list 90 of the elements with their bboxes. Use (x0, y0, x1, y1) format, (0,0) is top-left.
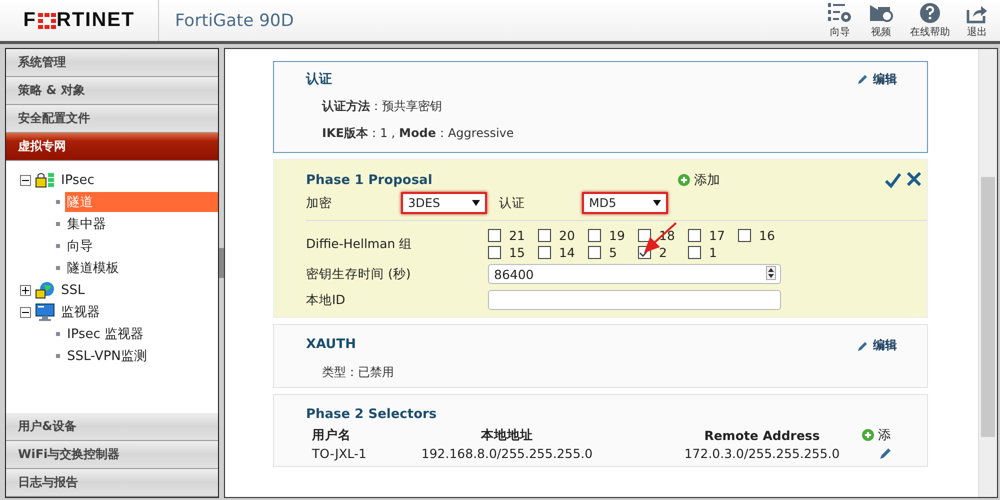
device-title: FortiGate 90D (174, 10, 295, 30)
tree-toggle-icon[interactable] (20, 284, 31, 296)
help-icon (919, 2, 941, 24)
tree-item[interactable]: 集中器 (65, 214, 218, 234)
sidebar-section[interactable]: 虚拟专网 (6, 133, 218, 161)
sidebar-section[interactable]: WiFi与交换控制器 (6, 441, 218, 469)
column-header: 本地地址 (480, 426, 534, 444)
tree-toggle-icon[interactable] (20, 306, 31, 318)
logo-text: RTINET (56, 9, 135, 32)
checkbox-label: 19 (609, 228, 625, 243)
checkbox-label: 17 (709, 228, 725, 243)
column-header: Remote Address (703, 428, 821, 442)
checkbox-label: 16 (759, 228, 775, 243)
field-label: 加密 (306, 194, 333, 212)
sidebar-section[interactable]: 用户&设备 (6, 413, 218, 441)
section-title: Phase 1 Proposal (306, 172, 434, 188)
checkbox[interactable] (488, 229, 501, 242)
toolbar-button[interactable]: 向导 (822, 2, 858, 39)
tree-item[interactable]: 隧道模板 (65, 258, 218, 278)
checkbox[interactable] (688, 229, 701, 242)
checkmark-icon[interactable] (885, 172, 901, 188)
input-field[interactable] (488, 290, 781, 310)
field-label: 本地ID (306, 292, 346, 308)
tree-item[interactable]: SSL-VPN监测 (65, 346, 218, 366)
detail-text: 类型：已禁用 (321, 364, 395, 381)
column-header: 用户名 (310, 426, 352, 444)
checkbox-label: 20 (559, 228, 575, 243)
pencil-icon (857, 73, 869, 85)
table-cell-text: TO-JXL-1 (311, 446, 368, 460)
checkbox-label: 2 (659, 245, 667, 260)
checkbox-label: 1 (709, 245, 717, 260)
collapse-handle[interactable] (219, 248, 224, 278)
spinner-arrows-icon[interactable] (766, 266, 776, 280)
checkbox-label: 15 (509, 245, 525, 260)
toolbar-button[interactable]: 退出 (960, 2, 994, 39)
lock-globe-icon (35, 281, 55, 299)
table-cell-text: 192.168.8.0/255.255.255.0 (420, 446, 594, 460)
tree-item[interactable]: IPsec (59, 172, 94, 188)
add-link[interactable]: 添 (862, 426, 891, 444)
edit-link[interactable]: 编辑 (857, 337, 897, 354)
section-title: 认证 (306, 71, 332, 88)
plus-icon (678, 174, 690, 186)
checkbox[interactable] (538, 246, 551, 259)
checkbox-label: 5 (609, 245, 617, 260)
auth-dropdown[interactable]: MD5 (582, 192, 668, 214)
checkbox[interactable] (588, 229, 601, 242)
close-icon[interactable] (907, 172, 921, 186)
logo-grid-icon (38, 12, 56, 28)
toolbar-button[interactable]: 视频 (862, 2, 900, 39)
add-link[interactable]: 添加 (678, 171, 720, 189)
tree-item[interactable]: SSL (59, 282, 85, 298)
lock-icon (35, 172, 55, 188)
pencil-icon (857, 340, 869, 352)
field-label: 认证 (498, 194, 526, 212)
checkbox[interactable] (538, 229, 551, 242)
field-label: Diffie-Hellman 组 (306, 236, 414, 252)
checkbox[interactable] (638, 229, 651, 242)
sidebar-section[interactable]: 日志与报告 (6, 469, 218, 497)
scrollbar[interactable] (978, 49, 997, 497)
number-field[interactable]: 86400 (488, 264, 781, 284)
checkbox[interactable] (688, 246, 701, 259)
checkbox-label: 14 (559, 245, 575, 260)
checkbox-label: 21 (509, 228, 525, 243)
pencil-icon[interactable] (879, 446, 893, 460)
detail-text: IKE版本：1 , Mode：Aggressive (321, 125, 515, 142)
checkbox[interactable] (488, 246, 501, 259)
monitor-icon (35, 303, 55, 321)
sidebar-section[interactable]: 策略 & 对象 (6, 77, 218, 105)
field-label: 密钥生存时间 (秒) (306, 266, 412, 282)
numbered-list-gear-icon (828, 2, 852, 24)
logo-text: F (23, 9, 36, 32)
sidebar-section[interactable]: 安全配置文件 (6, 105, 218, 133)
edit-link[interactable]: 编辑 (857, 70, 897, 88)
tree-item[interactable]: IPsec 监视器 (65, 324, 218, 344)
tree-item[interactable]: 监视器 (59, 303, 100, 321)
section-title: XAUTH (306, 337, 356, 354)
dropdown-arrow-icon (472, 200, 480, 206)
detail-text: 认证方法：预共享密钥 (320, 98, 443, 115)
tree-item[interactable]: 向导 (65, 236, 218, 256)
dropdown-arrow-icon (653, 200, 661, 206)
toolbar-button[interactable]: 在线帮助 (904, 2, 956, 39)
video-camera-icon (868, 2, 894, 24)
checkbox[interactable] (738, 229, 751, 242)
sidebar-section[interactable]: 系统管理 (6, 49, 218, 77)
encryption-dropdown[interactable]: 3DES (401, 192, 487, 214)
section-title: Phase 2 Selectors (306, 407, 438, 422)
table-cell-text: 172.0.3.0/255.255.255.0 (683, 446, 841, 460)
tree-toggle-icon[interactable] (20, 174, 31, 186)
checkbox[interactable] (588, 246, 601, 259)
plus-icon (862, 429, 874, 441)
